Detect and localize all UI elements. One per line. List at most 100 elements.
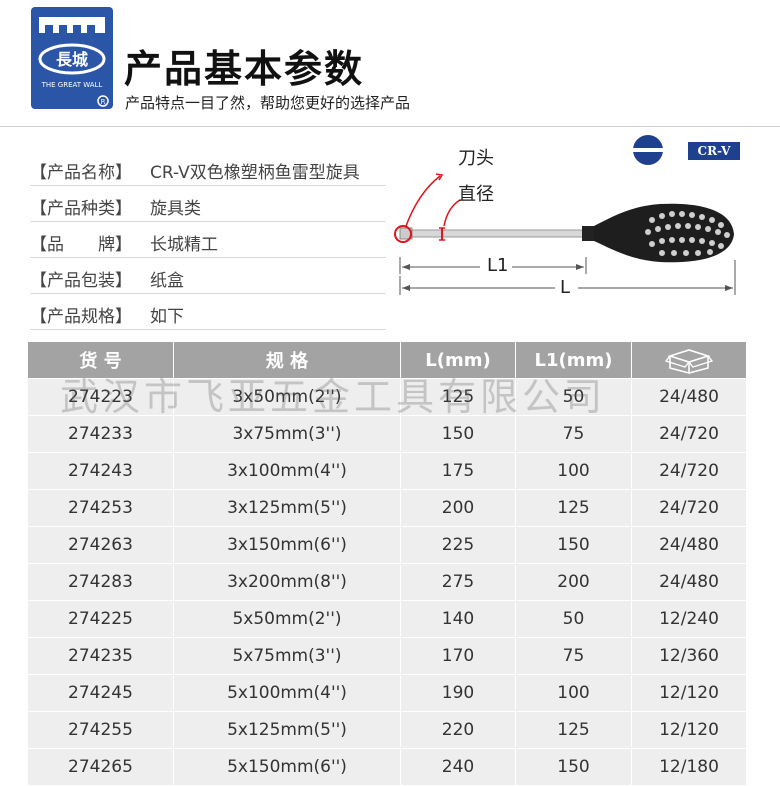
cell-shaft-length: 50 [516, 379, 632, 415]
cell-packing-qty: 12/360 [632, 638, 746, 674]
info-label: 【品 牌】 [30, 235, 132, 255]
great-wall-logo-icon: 長城 THE GREAT WALL R [38, 17, 109, 107]
cell-item-number: 274253 [28, 490, 174, 526]
cell-packing-qty: 12/120 [632, 675, 746, 711]
cell-specification: 3x50mm(2'') [174, 379, 401, 415]
logo-chinese-text: 長城 [56, 50, 88, 69]
cell-shaft-length: 75 [516, 638, 632, 674]
table-row: 274245 5x100mm(4'') 190 100 12/120 [28, 675, 746, 712]
table-header-row: 货 号 规 格 L(mm) L1(mm) [28, 342, 746, 379]
cell-packing-qty: 24/480 [632, 527, 746, 563]
info-row-product-category: 【产品种类】 旋具类 [30, 186, 386, 222]
spec-table: 货 号 规 格 L(mm) L1(mm) 274223 3x50mm(2'') 12… [28, 342, 746, 786]
cell-item-number: 274265 [28, 749, 174, 785]
cell-packing-qty: 24/480 [632, 379, 746, 415]
cell-item-number: 274223 [28, 379, 174, 415]
svg-text:R: R [101, 98, 106, 106]
header-divider [0, 126, 780, 127]
cell-shaft-length: 50 [516, 601, 632, 637]
cell-item-number: 274243 [28, 453, 174, 489]
cell-shaft-length: 75 [516, 416, 632, 452]
logo-english-text: THE GREAT WALL [41, 81, 103, 89]
cell-item-number: 274255 [28, 712, 174, 748]
cell-specification: 5x50mm(2'') [174, 601, 401, 637]
cell-shaft-length: 125 [516, 490, 632, 526]
carton-box-icon [664, 349, 714, 374]
cell-shaft-length: 150 [516, 527, 632, 563]
table-row: 274225 5x50mm(2'') 140 50 12/240 [28, 601, 746, 638]
cell-length: 190 [401, 675, 516, 711]
screwdriver-diagram: 刀头 直径 L1 L [390, 140, 750, 309]
cell-item-number: 274263 [28, 527, 174, 563]
cell-packing-qty: 24/720 [632, 416, 746, 452]
table-row: 274253 3x125mm(5'') 200 125 24/720 [28, 490, 746, 527]
header-length: L(mm) [401, 342, 516, 378]
l-label: L [560, 277, 571, 298]
header-carton [632, 342, 746, 378]
cell-packing-qty: 24/720 [632, 453, 746, 489]
info-row-packaging: 【产品包装】 纸盒 [30, 258, 386, 294]
cell-packing-qty: 12/120 [632, 712, 746, 748]
cell-length: 170 [401, 638, 516, 674]
page-subtitle: 产品特点一目了然，帮助您更好的选择产品 [125, 94, 411, 112]
cell-item-number: 274283 [28, 564, 174, 600]
diameter-label: 直径 [458, 184, 494, 205]
l1-label: L1 [487, 255, 509, 276]
header-specification: 规 格 [174, 342, 401, 378]
cell-length: 125 [401, 379, 516, 415]
table-row: 274263 3x150mm(6'') 225 150 24/480 [28, 527, 746, 564]
cell-packing-qty: 24/720 [632, 490, 746, 526]
info-row-specification: 【产品规格】 如下 [30, 294, 386, 330]
cell-packing-qty: 24/480 [632, 564, 746, 600]
cell-item-number: 274245 [28, 675, 174, 711]
table-body: 274223 3x50mm(2'') 125 50 24/480 274233 3x75mm… [28, 379, 746, 786]
cell-shaft-length: 200 [516, 564, 632, 600]
info-value: 纸盒 [150, 271, 184, 291]
cell-shaft-length: 100 [516, 675, 632, 711]
info-label: 【产品规格】 [30, 307, 132, 327]
cell-specification: 3x200mm(8'') [174, 564, 401, 600]
info-label: 【产品名称】 [30, 163, 132, 183]
info-row-brand: 【品 牌】 长城精工 [30, 222, 386, 258]
cell-length: 220 [401, 712, 516, 748]
info-row-product-name: 【产品名称】 CR-V双色橡塑柄鱼雷型旋具 [30, 150, 386, 186]
table-row: 274243 3x100mm(4'') 175 100 24/720 [28, 453, 746, 490]
cell-item-number: 274225 [28, 601, 174, 637]
cell-item-number: 274233 [28, 416, 174, 452]
cell-length: 140 [401, 601, 516, 637]
table-row: 274255 5x125mm(5'') 220 125 12/120 [28, 712, 746, 749]
info-value: 长城精工 [150, 235, 218, 255]
cell-specification: 3x100mm(4'') [174, 453, 401, 489]
page-title: 产品基本参数 [124, 47, 365, 91]
cell-specification: 3x75mm(3'') [174, 416, 401, 452]
cell-specification: 3x150mm(6'') [174, 527, 401, 563]
info-label: 【产品包装】 [30, 271, 132, 291]
table-row: 274265 5x150mm(6'') 240 150 12/180 [28, 749, 746, 786]
table-row: 274235 5x75mm(3'') 170 75 12/360 [28, 638, 746, 675]
cell-length: 240 [401, 749, 516, 785]
table-row: 274233 3x75mm(3'') 150 75 24/720 [28, 416, 746, 453]
cell-length: 275 [401, 564, 516, 600]
cell-specification: 5x125mm(5'') [174, 712, 401, 748]
header-item-number: 货 号 [28, 342, 174, 378]
cell-length: 150 [401, 416, 516, 452]
cell-specification: 5x100mm(4'') [174, 675, 401, 711]
cell-specification: 5x150mm(6'') [174, 749, 401, 785]
cell-shaft-length: 100 [516, 453, 632, 489]
cell-specification: 3x125mm(5'') [174, 490, 401, 526]
cell-shaft-length: 125 [516, 712, 632, 748]
cell-length: 200 [401, 490, 516, 526]
cell-shaft-length: 150 [516, 749, 632, 785]
cell-specification: 5x75mm(3'') [174, 638, 401, 674]
cell-item-number: 274235 [28, 638, 174, 674]
cell-packing-qty: 12/240 [632, 601, 746, 637]
info-value: CR-V双色橡塑柄鱼雷型旋具 [150, 163, 360, 183]
table-row: 274223 3x50mm(2'') 125 50 24/480 [28, 379, 746, 416]
info-value: 如下 [150, 307, 184, 327]
cell-length: 175 [401, 453, 516, 489]
table-row: 274283 3x200mm(8'') 275 200 24/480 [28, 564, 746, 601]
info-value: 旋具类 [150, 199, 201, 219]
cell-length: 225 [401, 527, 516, 563]
tip-label: 刀头 [458, 148, 494, 169]
cell-packing-qty: 12/180 [632, 749, 746, 785]
